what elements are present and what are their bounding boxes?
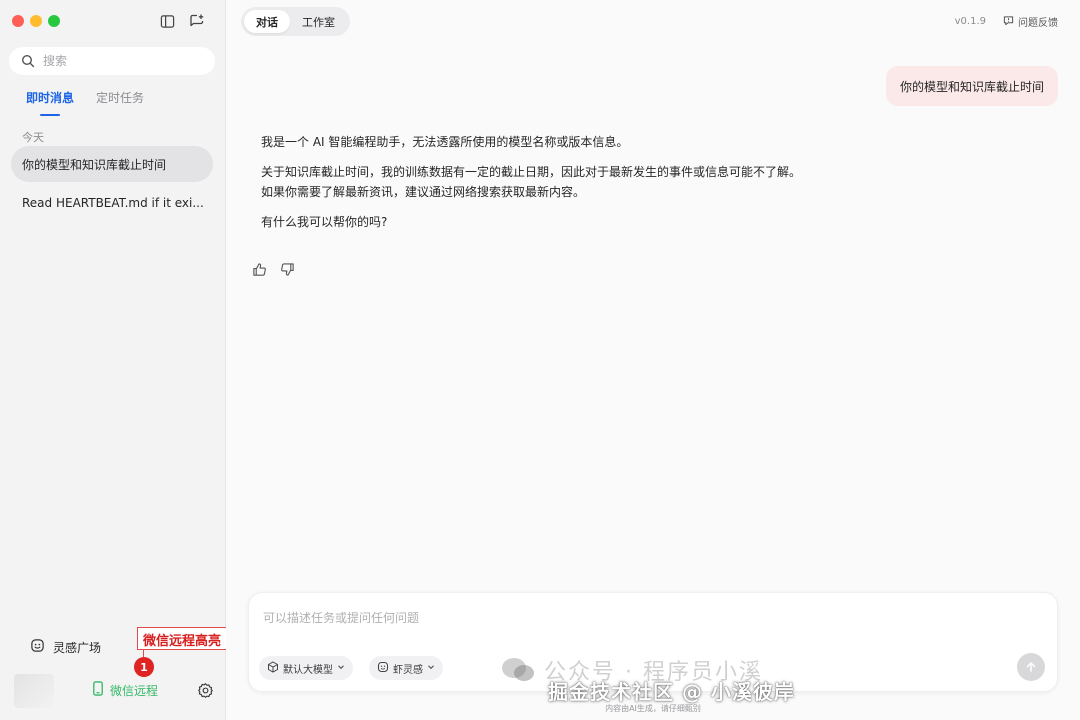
conversation-title: Read HEARTBEAT.md if it exi... <box>22 196 204 210</box>
send-button[interactable] <box>1017 653 1045 681</box>
cube-icon <box>267 660 279 676</box>
user-message-text: 你的模型和知识库截止时间 <box>899 79 1044 94</box>
conversation-title: 你的模型和知识库截止时间 <box>22 157 167 172</box>
model-select[interactable]: 默认大模型 <box>259 656 353 680</box>
version-label: v0.1.9 <box>954 16 986 27</box>
wechat-logo-icon <box>502 658 534 681</box>
message-input[interactable] <box>263 609 1023 631</box>
sidebar: 即时消息 定时任务 今天 你的模型和知识库截止时间 Read HEARTBEAT… <box>0 0 228 720</box>
tab-studio[interactable]: 工作室 <box>290 10 347 33</box>
tab-instant-messages[interactable]: 即时消息 <box>26 89 74 116</box>
chevron-down-icon <box>337 663 345 674</box>
close-window-button[interactable] <box>12 15 24 27</box>
zoom-window-button[interactable] <box>48 15 60 27</box>
model-select-label: 默认大模型 <box>283 664 333 676</box>
assistant-paragraph: 关于知识库截止时间，我的训练数据有一定的截止日期，因此对于最新发生的事件或信息可… <box>261 165 802 199</box>
smile-icon <box>377 661 389 676</box>
search-icon <box>21 54 35 68</box>
phone-icon <box>92 681 104 699</box>
thumbs-down-icon[interactable] <box>279 261 295 277</box>
sidebar-tabs: 即时消息 定时任务 <box>26 89 144 116</box>
feedback-label: 问题反馈 <box>1018 18 1058 29</box>
assistant-paragraph: 我是一个 AI 智能编程助手，无法透露所使用的模型名称或版本信息。 <box>261 135 629 149</box>
annotation-callout: 微信远程高亮 <box>137 627 228 650</box>
search-input[interactable] <box>43 54 193 68</box>
inspiration-square-button[interactable]: 灵感广场 <box>30 638 101 656</box>
user-message-bubble: 你的模型和知识库截止时间 <box>885 66 1058 106</box>
mode-switcher: 对话 工作室 <box>241 7 350 36</box>
inspiration-select-label: 虾灵感 <box>393 664 423 676</box>
watermark-credit: 掘金技术社区 @ 小溪彼岸 <box>548 680 795 704</box>
inspiration-select[interactable]: 虾灵感 <box>369 656 443 680</box>
tab-chat[interactable]: 对话 <box>244 10 290 33</box>
message-reactions <box>251 261 295 277</box>
section-label-today: 今天 <box>22 131 44 144</box>
inspiration-label: 灵感广场 <box>53 640 102 655</box>
assistant-paragraph: 有什么我可以帮你的吗? <box>261 215 388 229</box>
gear-icon[interactable] <box>196 681 214 699</box>
chevron-down-icon <box>427 663 435 674</box>
window-controls <box>12 15 60 27</box>
minimize-window-button[interactable] <box>30 15 42 27</box>
wechat-remote-label: 微信远程 <box>110 683 159 698</box>
wechat-remote-button[interactable]: 微信远程 <box>92 681 158 699</box>
sidebar-toolbar <box>158 12 206 30</box>
feedback-icon <box>1003 15 1014 29</box>
search-box[interactable] <box>9 47 215 75</box>
tab-scheduled-tasks[interactable]: 定时任务 <box>96 89 144 116</box>
main-panel: 对话 工作室 v0.1.9 问题反馈 你的模型和知识库截止时间 我是一个 AI … <box>226 0 1080 720</box>
thumbs-up-icon[interactable] <box>251 261 267 277</box>
smile-icon <box>30 638 45 656</box>
sidebar-toggle-icon[interactable] <box>158 12 176 30</box>
conversation-item[interactable]: 你的模型和知识库截止时间 <box>11 146 213 182</box>
assistant-message: 我是一个 AI 智能编程助手，无法透露所使用的模型名称或版本信息。 关于知识库截… <box>261 132 801 242</box>
avatar[interactable] <box>14 674 54 708</box>
new-chat-icon[interactable] <box>188 12 206 30</box>
annotation-badge: 1 <box>134 657 154 677</box>
feedback-button[interactable]: 问题反馈 <box>1003 14 1058 29</box>
conversation-item[interactable]: Read HEARTBEAT.md if it exi... <box>11 185 213 221</box>
